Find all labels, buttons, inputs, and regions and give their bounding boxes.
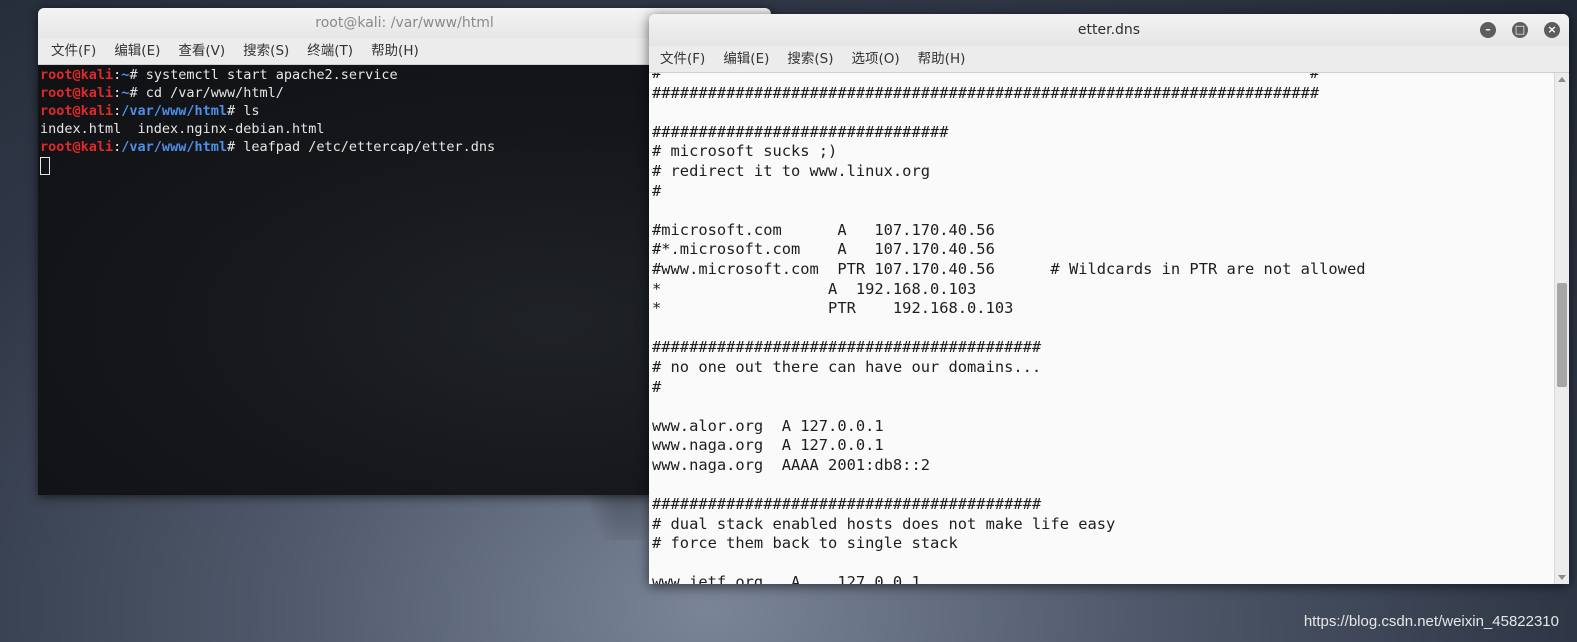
terminal-menu-file[interactable]: 文件(F) xyxy=(42,38,105,64)
terminal-menu-terminal[interactable]: 终端(T) xyxy=(298,38,362,64)
editor-lines: # # #####################################… xyxy=(652,73,1365,584)
editor-menu-help[interactable]: 帮助(H) xyxy=(909,46,975,72)
terminal-menu-view[interactable]: 查看(V) xyxy=(169,38,234,64)
editor-title: etter.dns xyxy=(1077,22,1141,38)
close-icon[interactable]: × xyxy=(1544,22,1560,38)
terminal-cursor xyxy=(40,157,50,175)
editor-line: # no one out there can have our domains.… xyxy=(652,357,1042,376)
editor-menu-options[interactable]: 选项(O) xyxy=(843,46,909,72)
editor-line: www.alor.org A 127.0.0.1 xyxy=(652,416,884,435)
prompt-user: root@kali xyxy=(40,139,114,155)
editor-menu-edit[interactable]: 编辑(E) xyxy=(714,46,778,72)
command-output: index.html index.nginx-debian.html xyxy=(40,121,325,137)
scroll-up-icon[interactable] xyxy=(1558,77,1566,82)
editor-line: * PTR 192.168.0.103 xyxy=(652,299,1014,318)
command-text: # systemctl start apache2.service xyxy=(129,67,398,83)
editor-line: ########################################… xyxy=(652,83,1320,102)
maximize-icon[interactable]: □ xyxy=(1512,22,1528,38)
editor-line: # redirect it to www.linux.org xyxy=(652,161,930,180)
vertical-scrollbar[interactable] xyxy=(1554,73,1569,584)
editor-line: # xyxy=(652,181,662,200)
editor-line: # force them back to single stack xyxy=(652,534,958,553)
editor-line: #www.microsoft.com PTR 107.170.40.56 # W… xyxy=(652,259,1366,278)
scroll-thumb[interactable] xyxy=(1557,283,1567,387)
editor-line: ########################################… xyxy=(652,495,1042,514)
command-text: # cd /var/www/html/ xyxy=(129,85,284,101)
editor-menubar: 文件(F) 编辑(E) 搜索(S) 选项(O) 帮助(H) xyxy=(649,46,1569,73)
prompt-path: /var/www/html xyxy=(121,139,227,155)
editor-line: # # xyxy=(652,73,1320,82)
editor-line: * A 192.168.0.103 xyxy=(652,279,977,298)
terminal-menu-help[interactable]: 帮助(H) xyxy=(362,38,428,64)
terminal-title: root@kali: /var/www/html xyxy=(315,15,494,31)
prompt-path: /var/www/html xyxy=(121,103,227,119)
editor-line: www.ietf.org A 127.0.0.1 xyxy=(652,573,921,584)
command-text: # ls xyxy=(226,103,260,119)
editor-line: www.naga.org AAAA 2001:db8::2 xyxy=(652,455,930,474)
editor-line: #microsoft.com A 107.170.40.56 xyxy=(652,220,995,239)
command-text: # leafpad /etc/ettercap/etter.dns xyxy=(226,139,496,155)
editor-text-area[interactable]: # # #####################################… xyxy=(649,73,1555,584)
watermark-url: https://blog.csdn.net/weixin_45822310 xyxy=(1303,613,1559,630)
editor-line: # dual stack enabled hosts does not make… xyxy=(652,514,1116,533)
editor-line: ################################ xyxy=(652,122,949,141)
editor-line: #*.microsoft.com A 107.170.40.56 xyxy=(652,240,995,259)
prompt-user: root@kali xyxy=(40,85,114,101)
scroll-down-icon[interactable] xyxy=(1558,575,1566,580)
minimize-icon[interactable]: – xyxy=(1480,22,1496,38)
editor-title-bar[interactable]: etter.dns – □ × xyxy=(649,14,1569,46)
editor-line: # xyxy=(652,377,662,396)
editor-window[interactable]: etter.dns – □ × 文件(F) 编辑(E) 搜索(S) 选项(O) … xyxy=(649,14,1569,584)
editor-menu-search[interactable]: 搜索(S) xyxy=(778,46,842,72)
editor-line: # microsoft sucks ;) xyxy=(652,142,838,161)
editor-line: www.naga.org A 127.0.0.1 xyxy=(652,436,884,455)
editor-line: ########################################… xyxy=(652,338,1042,357)
terminal-menu-search[interactable]: 搜索(S) xyxy=(234,38,298,64)
terminal-menu-edit[interactable]: 编辑(E) xyxy=(105,38,169,64)
editor-menu-file[interactable]: 文件(F) xyxy=(651,46,714,72)
prompt-user: root@kali xyxy=(40,103,114,119)
prompt-user: root@kali xyxy=(40,67,114,83)
